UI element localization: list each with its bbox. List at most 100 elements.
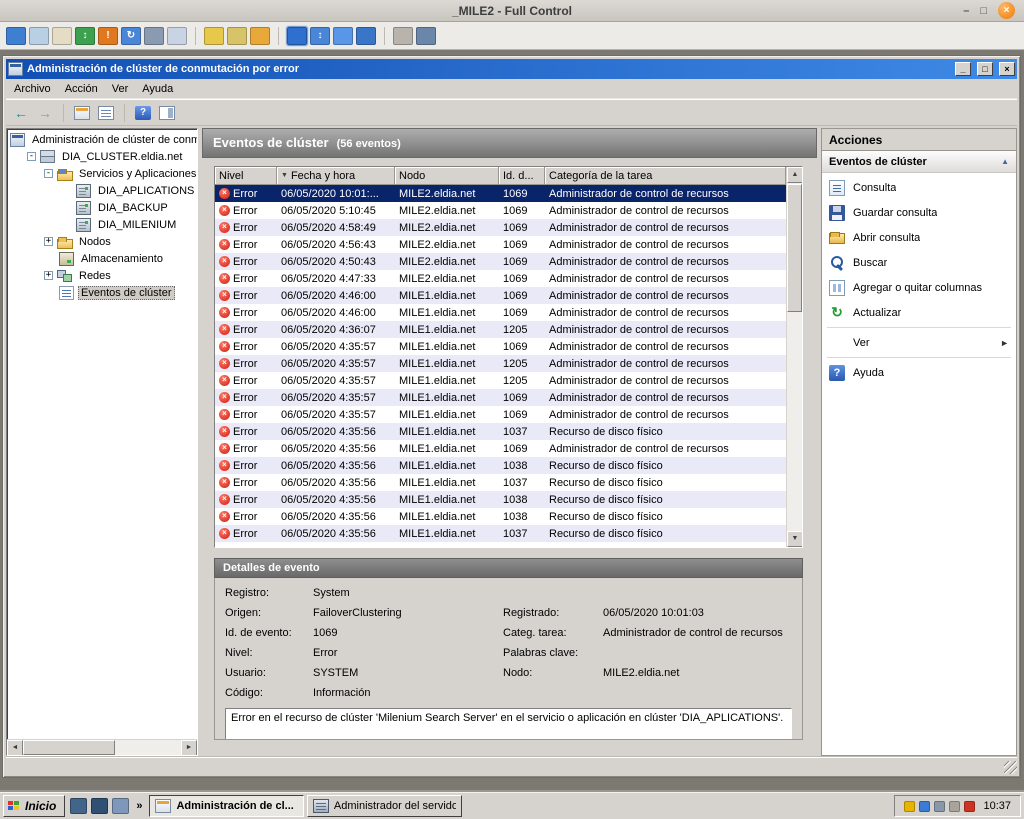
tools-icon[interactable] — [416, 27, 436, 45]
event-row[interactable]: ×Error06/05/2020 4:47:33MILE2.eldia.net1… — [215, 270, 786, 287]
security-alert-icon[interactable] — [904, 801, 915, 812]
action-actualizar[interactable]: Actualizar — [822, 300, 1016, 325]
taskbar-task-administracion-de-cl[interactable]: Administración de cl... — [149, 795, 304, 817]
collapse-section-icon[interactable]: ▲ — [1001, 157, 1009, 166]
event-row[interactable]: ×Error06/05/2020 4:58:49MILE2.eldia.net1… — [215, 219, 786, 236]
text-chat-icon[interactable] — [167, 27, 187, 45]
event-row[interactable]: ×Error06/05/2020 5:10:45MILE2.eldia.net1… — [215, 202, 786, 219]
event-row[interactable]: ×Error06/05/2020 10:01:...MILE2.eldia.ne… — [215, 185, 786, 202]
column-header-nivel[interactable]: Nivel — [215, 167, 277, 185]
action-abrir-consulta[interactable]: Abrir consulta — [822, 225, 1016, 250]
event-row[interactable]: ×Error06/05/2020 4:35:56MILE1.eldia.net1… — [215, 423, 786, 440]
app-maximize-button[interactable]: □ — [977, 62, 993, 76]
quick-launch-1-icon[interactable] — [70, 798, 87, 814]
event-row[interactable]: ×Error06/05/2020 4:35:56MILE1.eldia.net1… — [215, 440, 786, 457]
scroll-down-button[interactable]: ▼ — [787, 531, 803, 547]
menu-ayuda[interactable]: Ayuda — [135, 81, 180, 97]
view-settings-icon[interactable] — [356, 27, 376, 45]
column-header-nodo[interactable]: Nodo — [395, 167, 499, 185]
tree-expander-icon[interactable]: - — [44, 169, 53, 178]
window-options-icon[interactable] — [393, 27, 413, 45]
event-row[interactable]: ×Error06/05/2020 4:35:57MILE1.eldia.net1… — [215, 406, 786, 423]
new-connection-icon[interactable] — [6, 27, 26, 45]
action-ayuda[interactable]: Ayuda — [822, 360, 1016, 385]
event-row[interactable]: ×Error06/05/2020 4:35:56MILE1.eldia.net1… — [215, 508, 786, 525]
tree-expander-icon[interactable]: + — [44, 271, 53, 280]
event-row[interactable]: ×Error06/05/2020 4:35:56MILE1.eldia.net1… — [215, 457, 786, 474]
file-transfer-icon[interactable]: ↕ — [75, 27, 95, 45]
fit-to-window-icon[interactable]: ↕ — [310, 27, 330, 45]
volume-icon[interactable] — [949, 801, 960, 812]
actions-section-header[interactable]: Eventos de clúster ▲ — [822, 151, 1016, 173]
event-row[interactable]: ×Error06/05/2020 4:35:57MILE1.eldia.net1… — [215, 372, 786, 389]
tree-item-redes[interactable]: +Redes — [7, 267, 197, 284]
event-row[interactable]: ×Error06/05/2020 4:35:56MILE1.eldia.net1… — [215, 525, 786, 542]
tree-horizontal-scrollbar[interactable]: ◄ ► — [7, 739, 197, 755]
column-header-fecha-y-hora[interactable]: ▼Fecha y hora — [277, 167, 395, 185]
app-minimize-button[interactable]: _ — [955, 62, 971, 76]
tree-expander-icon[interactable]: + — [44, 237, 53, 246]
event-row[interactable]: ×Error06/05/2020 4:50:43MILE2.eldia.net1… — [215, 253, 786, 270]
events-vertical-scrollbar[interactable]: ▲ ▼ — [786, 167, 802, 547]
event-row[interactable]: ×Error06/05/2020 4:35:57MILE1.eldia.net1… — [215, 355, 786, 372]
back-icon[interactable]: ← — [10, 103, 32, 123]
tree-item-dia-aplications[interactable]: DIA_APLICATIONS — [7, 182, 197, 199]
show-hide-console-tree-icon[interactable] — [71, 103, 93, 123]
event-row[interactable]: ×Error06/05/2020 4:35:57MILE1.eldia.net1… — [215, 338, 786, 355]
scroll-right-button[interactable]: ► — [181, 740, 197, 756]
action-consulta[interactable]: Consulta — [822, 175, 1016, 200]
start-button[interactable]: Inicio — [3, 795, 65, 817]
tree-item-dia-milenium[interactable]: DIA_MILENIUM — [7, 216, 197, 233]
quick-launch-overflow-chevron[interactable]: » — [134, 800, 144, 812]
menu-archivo[interactable]: Archivo — [7, 81, 58, 97]
open-session-icon[interactable] — [29, 27, 49, 45]
make-call-icon[interactable] — [144, 27, 164, 45]
app-close-button[interactable]: × — [999, 62, 1015, 76]
help-icon[interactable] — [132, 103, 154, 123]
event-row[interactable]: ×Error06/05/2020 4:46:00MILE1.eldia.net1… — [215, 304, 786, 321]
forward-icon[interactable]: → — [34, 103, 56, 123]
tree-item-administracion-de-cluster-de-conmu[interactable]: Administración de clúster de conmu — [7, 131, 197, 148]
scrollbar-track[interactable] — [115, 740, 181, 755]
tree-item-nodos[interactable]: +Nodos — [7, 233, 197, 250]
action-ver[interactable]: Ver► — [822, 330, 1016, 355]
vnc-maximize-button[interactable]: □ — [980, 3, 987, 19]
tree-item-servicios-y-aplicaciones[interactable]: -Servicios y Aplicaciones — [7, 165, 197, 182]
event-row[interactable]: ×Error06/05/2020 4:56:43MILE2.eldia.net1… — [215, 236, 786, 253]
refresh-remote-screen-icon[interactable]: ↻ — [121, 27, 141, 45]
event-row[interactable]: ×Error06/05/2020 4:36:07MILE1.eldia.net1… — [215, 321, 786, 338]
event-row[interactable]: ×Error06/05/2020 4:35:56MILE1.eldia.net1… — [215, 491, 786, 508]
tree-item-dia-cluster-eldia-net[interactable]: -DIA_CLUSTER.eldia.net — [7, 148, 197, 165]
export-list-icon[interactable] — [95, 103, 117, 123]
menu-accion[interactable]: Acción — [58, 81, 105, 97]
event-row[interactable]: ×Error06/05/2020 4:46:00MILE1.eldia.net1… — [215, 287, 786, 304]
column-header-id-d[interactable]: Id. d... — [499, 167, 545, 185]
quick-launch-2-icon[interactable] — [91, 798, 108, 814]
event-row[interactable]: ×Error06/05/2020 4:35:56MILE1.eldia.net1… — [215, 474, 786, 491]
action-agregar-o-quitar-columnas[interactable]: Agregar o quitar columnas — [822, 275, 1016, 300]
quick-launch-3-icon[interactable] — [112, 798, 129, 814]
pause-updates-icon[interactable] — [204, 27, 224, 45]
network-status-icon[interactable] — [919, 801, 930, 812]
tree-item-eventos-de-cluster[interactable]: Eventos de clúster — [7, 284, 197, 301]
scrollbar-thumb[interactable] — [787, 184, 802, 312]
app-titlebar[interactable]: Administración de clúster de conmutación… — [6, 59, 1017, 79]
tree-expander-icon[interactable]: - — [27, 152, 36, 161]
menu-ver[interactable]: Ver — [105, 81, 136, 97]
display-settings-icon[interactable] — [934, 801, 945, 812]
action-buscar[interactable]: Buscar — [822, 250, 1016, 275]
actual-size-icon[interactable] — [333, 27, 353, 45]
taskbar-task-administrador-del-servidor[interactable]: Administrador del servidor — [307, 795, 462, 817]
ctrl-alt-del-icon[interactable]: ! — [98, 27, 118, 45]
scrollbar-thumb[interactable] — [23, 740, 115, 755]
save-session-icon[interactable] — [52, 27, 72, 45]
scroll-left-button[interactable]: ◄ — [7, 740, 23, 756]
vnc-close-button[interactable]: × — [998, 2, 1015, 19]
resize-grip[interactable] — [1004, 761, 1017, 774]
tree-item-dia-backup[interactable]: DIA_BACKUP — [7, 199, 197, 216]
action-guardar-consulta[interactable]: Guardar consulta — [822, 200, 1016, 225]
full-screen-icon[interactable] — [287, 27, 307, 45]
lock-workstation-icon[interactable] — [227, 27, 247, 45]
tree-item-almacenamiento[interactable]: Almacenamiento — [7, 250, 197, 267]
volume-muted-icon[interactable] — [964, 801, 975, 812]
